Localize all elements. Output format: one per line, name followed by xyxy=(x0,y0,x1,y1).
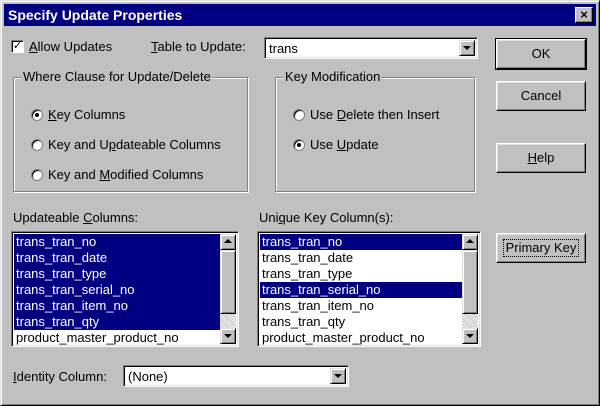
ok-button[interactable]: OK xyxy=(495,38,587,70)
radio-key-columns-label[interactable]: Key Columns xyxy=(48,107,125,122)
close-icon: × xyxy=(580,7,588,22)
arrow-up-icon xyxy=(224,239,232,243)
title-bar: Specify Update Properties × xyxy=(4,4,596,26)
key-modification-group: Key Modification xyxy=(275,69,475,192)
radio-delete-then-insert[interactable] xyxy=(293,109,305,121)
dialog-window: Specify Update Properties × ✓ Allow Upda… xyxy=(0,0,600,406)
scroll-up-button[interactable] xyxy=(462,234,478,250)
scroll-up-button[interactable] xyxy=(220,234,236,250)
radio-use-update-label[interactable]: Use Update xyxy=(310,137,379,152)
list-item[interactable]: trans_tran_qty xyxy=(260,314,462,330)
radio-key-modified-columns-label[interactable]: Key and Modified Columns xyxy=(48,167,203,182)
where-clause-title: Where Clause for Update/Delete xyxy=(21,69,213,84)
allow-updates-label[interactable]: Allow Updates xyxy=(29,39,112,54)
unique-key-columns-list[interactable]: trans_tran_no trans_tran_date trans_tran_t… xyxy=(257,231,481,347)
radio-key-columns[interactable] xyxy=(31,109,43,121)
list-item[interactable]: product_master_product_no xyxy=(260,330,462,346)
table-to-update-dropdown[interactable]: trans xyxy=(264,37,478,59)
close-button[interactable]: × xyxy=(575,7,593,23)
table-dropdown-button[interactable] xyxy=(459,40,475,56)
identity-column-value: (None) xyxy=(128,369,168,384)
dialog-title: Specify Update Properties xyxy=(8,7,183,23)
updateable-columns-label: Updateable Columns: xyxy=(13,210,139,225)
scroll-down-button[interactable] xyxy=(462,328,478,344)
radio-key-updateable-columns-label[interactable]: Key and Updateable Columns xyxy=(48,137,221,152)
table-to-update-value: trans xyxy=(269,41,298,56)
arrow-down-icon xyxy=(466,334,474,338)
updateable-columns-scrollbar[interactable] xyxy=(220,234,236,344)
key-modification-title: Key Modification xyxy=(283,69,383,84)
unique-key-columns-label: Unique Key Column(s): xyxy=(259,210,394,225)
checkmark-icon: ✓ xyxy=(12,40,23,52)
radio-key-modified-columns[interactable] xyxy=(31,169,43,181)
list-item[interactable]: trans_tran_type xyxy=(260,266,462,282)
list-item[interactable]: trans_tran_item_no xyxy=(260,298,462,314)
list-item[interactable]: product_master_product_no xyxy=(14,330,220,346)
chevron-down-icon xyxy=(463,46,471,50)
cancel-button[interactable]: Cancel xyxy=(496,81,586,111)
unique-key-columns-scrollbar[interactable] xyxy=(462,234,478,344)
list-item[interactable]: trans_tran_serial_no xyxy=(14,282,220,298)
primary-key-button[interactable]: Primary Key xyxy=(496,233,586,263)
identity-dropdown-button[interactable] xyxy=(330,368,346,384)
scroll-down-button[interactable] xyxy=(220,328,236,344)
radio-use-update[interactable] xyxy=(293,139,305,151)
list-item[interactable]: trans_tran_no xyxy=(260,234,462,250)
list-item[interactable]: trans_tran_serial_no xyxy=(260,282,462,298)
list-item[interactable]: trans_tran_qty xyxy=(14,314,220,330)
scroll-thumb[interactable] xyxy=(462,250,478,314)
chevron-down-icon xyxy=(334,374,342,378)
radio-delete-then-insert-label[interactable]: Use Delete then Insert xyxy=(310,107,439,122)
list-item[interactable]: trans_tran_date xyxy=(14,250,220,266)
identity-column-label: Identity Column: xyxy=(13,369,107,384)
arrow-down-icon xyxy=(224,334,232,338)
list-item[interactable]: trans_tran_item_no xyxy=(14,298,220,314)
scroll-thumb[interactable] xyxy=(220,250,236,314)
allow-updates-checkbox[interactable]: ✓ xyxy=(11,40,24,53)
table-to-update-label: Table to Update: xyxy=(151,39,246,54)
list-item[interactable]: trans_tran_date xyxy=(260,250,462,266)
arrow-up-icon xyxy=(466,239,474,243)
help-button[interactable]: Help xyxy=(496,143,586,173)
list-item[interactable]: trans_tran_type xyxy=(14,266,220,282)
updateable-columns-list[interactable]: trans_tran_no trans_tran_date trans_tran_t… xyxy=(11,231,239,347)
list-item[interactable]: trans_tran_no xyxy=(14,234,220,250)
radio-key-updateable-columns[interactable] xyxy=(31,139,43,151)
identity-column-dropdown[interactable]: (None) xyxy=(123,365,349,387)
